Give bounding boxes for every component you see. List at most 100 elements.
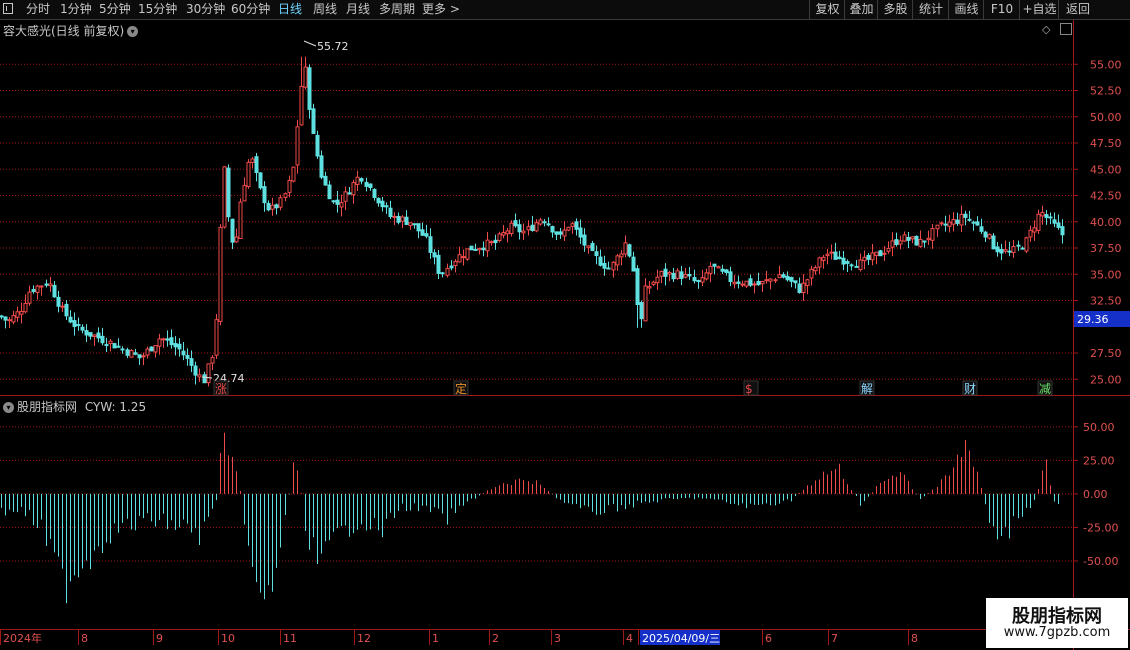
candle-body [696, 280, 701, 283]
event-marker-label[interactable]: 解 [861, 382, 873, 396]
candle-body [756, 280, 761, 286]
candle-body [76, 324, 81, 327]
candle-body [197, 374, 202, 378]
candle-body [902, 234, 907, 242]
candle-body [315, 134, 320, 157]
candle-body [270, 204, 275, 210]
candle-body [1028, 229, 1033, 238]
event-marker-label[interactable]: 财 [964, 382, 976, 396]
time-axis-label: 12 [357, 632, 371, 645]
event-marker-label[interactable]: 减 [1039, 382, 1051, 396]
candle-body [513, 220, 518, 227]
candle-body [910, 236, 915, 240]
candle-body [3, 316, 8, 321]
candle-body [979, 226, 984, 232]
candle-body [530, 224, 535, 231]
candle-body [777, 274, 782, 279]
kline-chart[interactable]: 55.0052.5050.0047.5045.0042.5040.0037.50… [0, 0, 1130, 650]
event-marker-label[interactable]: 涨 [215, 381, 227, 396]
candle-body [368, 183, 373, 189]
candle-body [558, 231, 563, 235]
time-axis-label: 8 [911, 632, 918, 645]
candle-body [550, 225, 555, 233]
event-marker-label[interactable]: 定 [455, 381, 467, 396]
candle-body [112, 343, 117, 349]
candle-body [870, 252, 875, 261]
candle-body [716, 266, 721, 269]
candle-body [404, 216, 409, 225]
candle-body [586, 245, 591, 249]
candle-body [1044, 214, 1049, 219]
candle-body [214, 319, 219, 356]
candle-body [222, 166, 227, 228]
candle-body [764, 279, 769, 282]
candle-body [1032, 227, 1037, 233]
candle-body [606, 267, 611, 270]
candle-body [210, 356, 215, 364]
candle-body [359, 178, 364, 182]
event-marker-label[interactable]: $ [745, 382, 753, 396]
candle-body [526, 226, 531, 231]
candle-body [1060, 226, 1065, 236]
candle-body [947, 221, 952, 227]
time-axis-label: 4 [626, 632, 633, 645]
candle-body [837, 256, 842, 260]
candle-body [501, 231, 506, 236]
candle-body [319, 155, 324, 178]
candle-body [351, 182, 356, 196]
candle-body [48, 283, 53, 287]
candle-body [886, 247, 891, 252]
candle-body [554, 231, 559, 235]
candle-body [999, 248, 1004, 254]
candle-body [384, 205, 389, 208]
candle-body [396, 215, 401, 223]
candle-body [574, 221, 579, 230]
candle-body [35, 285, 40, 293]
candle-body [485, 239, 490, 252]
candle-body [416, 223, 421, 232]
candle-body [623, 242, 628, 255]
candle-body [173, 343, 178, 348]
candle-body [943, 223, 948, 226]
candle-body [234, 236, 239, 243]
candle-body [679, 271, 684, 279]
time-axis-label: 2 [492, 632, 499, 645]
candle-body [323, 175, 328, 186]
candle-body [898, 240, 903, 245]
candle-body [52, 284, 57, 298]
candle-body [376, 197, 381, 204]
candle-body [457, 254, 462, 263]
indicator-bar-series [1, 432, 1059, 604]
candle-body [372, 188, 377, 198]
candle-body [1056, 222, 1061, 228]
time-axis-label: 6 [765, 632, 772, 645]
candle-body [631, 256, 636, 272]
candle-body [64, 303, 69, 317]
candle-body [692, 277, 697, 282]
axes: 55.0052.5050.0047.5045.0042.5040.0037.50… [0, 58, 1122, 645]
candle-body [724, 269, 729, 273]
candle-body [939, 222, 944, 225]
candle-body [283, 193, 288, 198]
candle-body [675, 270, 680, 279]
candle-body [56, 296, 61, 307]
logo-url: www.7gpzb.com [1003, 625, 1111, 640]
candle-body [687, 274, 692, 277]
candle-body [108, 340, 113, 344]
candle-body [400, 216, 405, 222]
candle-body [445, 268, 450, 276]
candle-body [440, 272, 445, 275]
candle-body [841, 257, 846, 265]
candle-body [388, 207, 393, 218]
candle-body [339, 202, 344, 208]
candle-body [193, 365, 198, 376]
candle-body [845, 261, 850, 264]
candle-body [505, 230, 510, 235]
candle-body [995, 246, 1000, 253]
candle-body [453, 260, 458, 267]
candle-body [39, 285, 44, 288]
candle-body [728, 271, 733, 282]
candle-body [594, 251, 599, 257]
price-tick-label: 32.50 [1090, 295, 1122, 308]
candle-body [704, 272, 709, 280]
